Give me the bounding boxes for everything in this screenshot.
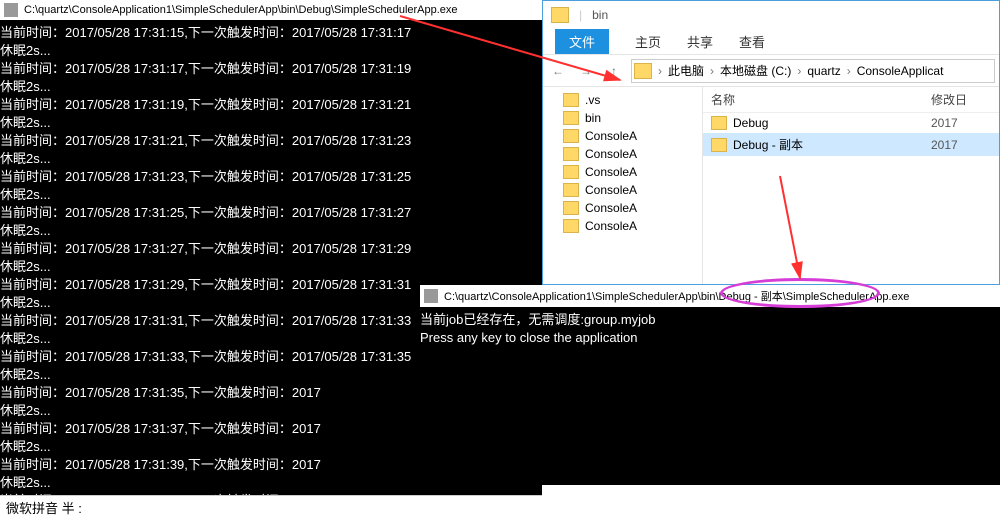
folder-icon (551, 7, 569, 23)
folder-icon (711, 138, 727, 152)
tab-view[interactable]: 查看 (739, 32, 765, 51)
console-line: 当前时间：2017/05/28 17:31:23,下一次触发时间：2017/05… (0, 168, 542, 186)
console-line: 当前时间：2017/05/28 17:31:17,下一次触发时间：2017/05… (0, 60, 542, 78)
console-window-2: C:\quartz\ConsoleApplication1\SimpleSche… (420, 285, 1000, 485)
tree-label: bin (585, 111, 601, 125)
console-line: 当前时间：2017/05/28 17:31:21,下一次触发时间：2017/05… (0, 132, 542, 150)
console-line: 休眠2s... (0, 258, 542, 276)
sep-icon: | (579, 8, 582, 22)
tree-item[interactable]: bin (543, 109, 702, 127)
console2-body[interactable]: 当前job已经存在，无需调度:group.myjobPress any key … (420, 307, 1000, 347)
ribbon-tabs: 文件 主页 共享 查看 (543, 29, 999, 55)
tree-label: ConsoleA (585, 183, 637, 197)
console1-title-text: C:\quartz\ConsoleApplication1\SimpleSche… (24, 4, 458, 16)
list-item[interactable]: Debug 2017 (703, 113, 999, 133)
tab-home[interactable]: 主页 (635, 32, 661, 51)
tree-item[interactable]: ConsoleA (543, 217, 702, 235)
tree-item[interactable]: ConsoleA (543, 181, 702, 199)
console-line: 休眠2s... (0, 78, 542, 96)
console-line: Press any key to close the application (420, 329, 1000, 347)
console-line: 当前时间：2017/05/28 17:31:19,下一次触发时间：2017/05… (0, 96, 542, 114)
tree-item[interactable]: .vs (543, 91, 702, 109)
console-line: 休眠2s... (0, 114, 542, 132)
tree-label: ConsoleA (585, 165, 637, 179)
crumb[interactable]: ConsoleApplicat (855, 64, 946, 78)
col-date[interactable]: 修改日 (931, 91, 991, 108)
console-line: 休眠2s... (0, 186, 542, 204)
crumb[interactable]: 此电脑 (666, 62, 706, 79)
nav-bar: ← → ↑ › 此电脑 › 本地磁盘 (C:) › quartz › Conso… (543, 55, 999, 87)
console-line: 当前时间：2017/05/28 17:31:27,下一次触发时间：2017/05… (0, 240, 542, 258)
explorer-window: | bin 文件 主页 共享 查看 ← → ↑ › 此电脑 › 本地磁盘 (C:… (542, 0, 1000, 285)
console1-titlebar[interactable]: C:\quartz\ConsoleApplication1\SimpleSche… (0, 0, 542, 20)
tree-label: .vs (585, 93, 600, 107)
up-button[interactable]: ↑ (603, 60, 625, 82)
tree-item[interactable]: ConsoleA (543, 199, 702, 217)
ime-text: 微软拼音 半 : (6, 501, 82, 516)
tab-file[interactable]: 文件 (555, 29, 609, 54)
chevron-right-icon: › (845, 64, 853, 78)
console-line: 当前时间：2017/05/28 17:31:15,下一次触发时间：2017/05… (0, 24, 542, 42)
tree-label: ConsoleA (585, 147, 637, 161)
col-name[interactable]: 名称 (711, 91, 931, 108)
quickbar-path: bin (592, 8, 991, 22)
console-line: 休眠2s... (0, 222, 542, 240)
file-list: 名称 修改日 Debug 2017 Debug - 副本 2017 (703, 87, 999, 284)
folder-icon (563, 183, 579, 197)
console2-title-text: C:\quartz\ConsoleApplication1\SimpleSche… (444, 288, 909, 304)
item-name: Debug - 副本 (733, 136, 925, 153)
forward-button[interactable]: → (575, 60, 597, 82)
folder-tree[interactable]: .vs bin ConsoleA ConsoleA ConsoleA ConsoleA Co… (543, 87, 703, 284)
tree-label: ConsoleA (585, 219, 637, 233)
folder-icon (711, 116, 727, 130)
list-header[interactable]: 名称 修改日 (703, 87, 999, 113)
console-line: 休眠2s... (0, 150, 542, 168)
explorer-quickbar[interactable]: | bin (543, 1, 999, 29)
crumb[interactable]: quartz (805, 64, 842, 78)
folder-icon (563, 219, 579, 233)
chevron-right-icon: › (708, 64, 716, 78)
item-name: Debug (733, 116, 925, 130)
ime-bar: 微软拼音 半 : (0, 495, 542, 517)
back-button[interactable]: ← (547, 60, 569, 82)
tree-label: ConsoleA (585, 201, 637, 215)
tree-label: ConsoleA (585, 129, 637, 143)
folder-icon (563, 129, 579, 143)
list-item[interactable]: Debug - 副本 2017 (703, 133, 999, 156)
tree-item[interactable]: ConsoleA (543, 145, 702, 163)
item-date: 2017 (931, 138, 991, 152)
console-line: 当前job已经存在，无需调度:group.myjob (420, 311, 1000, 329)
chevron-right-icon: › (795, 64, 803, 78)
explorer-body: .vs bin ConsoleA ConsoleA ConsoleA ConsoleA Co… (543, 87, 999, 284)
app-icon (4, 3, 18, 17)
app-icon (424, 289, 438, 303)
console2-titlebar[interactable]: C:\quartz\ConsoleApplication1\SimpleSche… (420, 285, 1000, 307)
folder-icon (563, 93, 579, 107)
folder-icon (563, 147, 579, 161)
tab-share[interactable]: 共享 (687, 32, 713, 51)
item-date: 2017 (931, 116, 991, 130)
tree-item[interactable]: ConsoleA (543, 127, 702, 145)
chevron-right-icon: › (656, 64, 664, 78)
folder-icon (563, 111, 579, 125)
folder-icon (634, 63, 652, 79)
console-line: 当前时间：2017/05/28 17:31:25,下一次触发时间：2017/05… (0, 204, 542, 222)
breadcrumb[interactable]: › 此电脑 › 本地磁盘 (C:) › quartz › ConsoleAppl… (631, 59, 995, 83)
folder-icon (563, 165, 579, 179)
crumb[interactable]: 本地磁盘 (C:) (718, 62, 793, 79)
folder-icon (563, 201, 579, 215)
tree-item[interactable]: ConsoleA (543, 163, 702, 181)
console-line: 休眠2s... (0, 42, 542, 60)
